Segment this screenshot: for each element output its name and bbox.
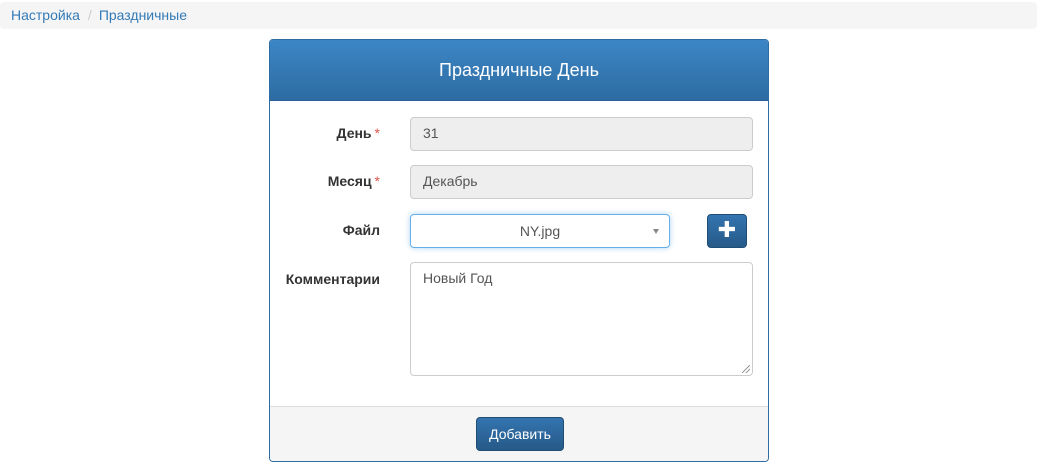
month-row: Месяц * Декабрь xyxy=(270,165,768,199)
required-mark: * xyxy=(374,173,380,189)
day-row: День * 31 xyxy=(270,117,768,151)
file-row: Файл NY.jpg ✚ xyxy=(270,214,768,248)
comment-label: Комментарии xyxy=(285,271,380,287)
holiday-form-panel: Праздничные День День * 31 Месяц * Декабрь… xyxy=(269,39,769,462)
panel-footer: Добавить xyxy=(270,406,768,461)
file-select-value: NY.jpg xyxy=(519,223,561,239)
breadcrumb-separator: / xyxy=(87,7,92,23)
breadcrumb-item-settings[interactable]: Настройка xyxy=(11,7,80,23)
comment-row: Комментарии Новый Год xyxy=(270,262,768,376)
breadcrumb-item-holidays[interactable]: Праздничные xyxy=(99,7,187,23)
comment-text: Новый Год xyxy=(423,270,493,286)
day-label: День * xyxy=(336,125,380,141)
file-label: Файл xyxy=(342,222,380,238)
month-field[interactable]: Декабрь xyxy=(410,165,753,199)
comment-textarea[interactable]: Новый Год xyxy=(410,262,753,376)
add-file-button[interactable]: ✚ xyxy=(707,214,747,248)
file-select[interactable]: NY.jpg xyxy=(410,214,670,248)
resize-grip-icon[interactable] xyxy=(742,365,750,373)
add-button[interactable]: Добавить xyxy=(476,417,564,451)
caret-down-icon xyxy=(653,229,659,234)
day-field[interactable]: 31 xyxy=(410,117,753,151)
breadcrumb: Настройка / Праздничные xyxy=(0,2,1037,29)
required-mark: * xyxy=(374,125,380,141)
panel-title: Праздничные День xyxy=(270,40,768,101)
plus-icon: ✚ xyxy=(717,217,737,242)
month-label: Месяц * xyxy=(327,173,380,189)
